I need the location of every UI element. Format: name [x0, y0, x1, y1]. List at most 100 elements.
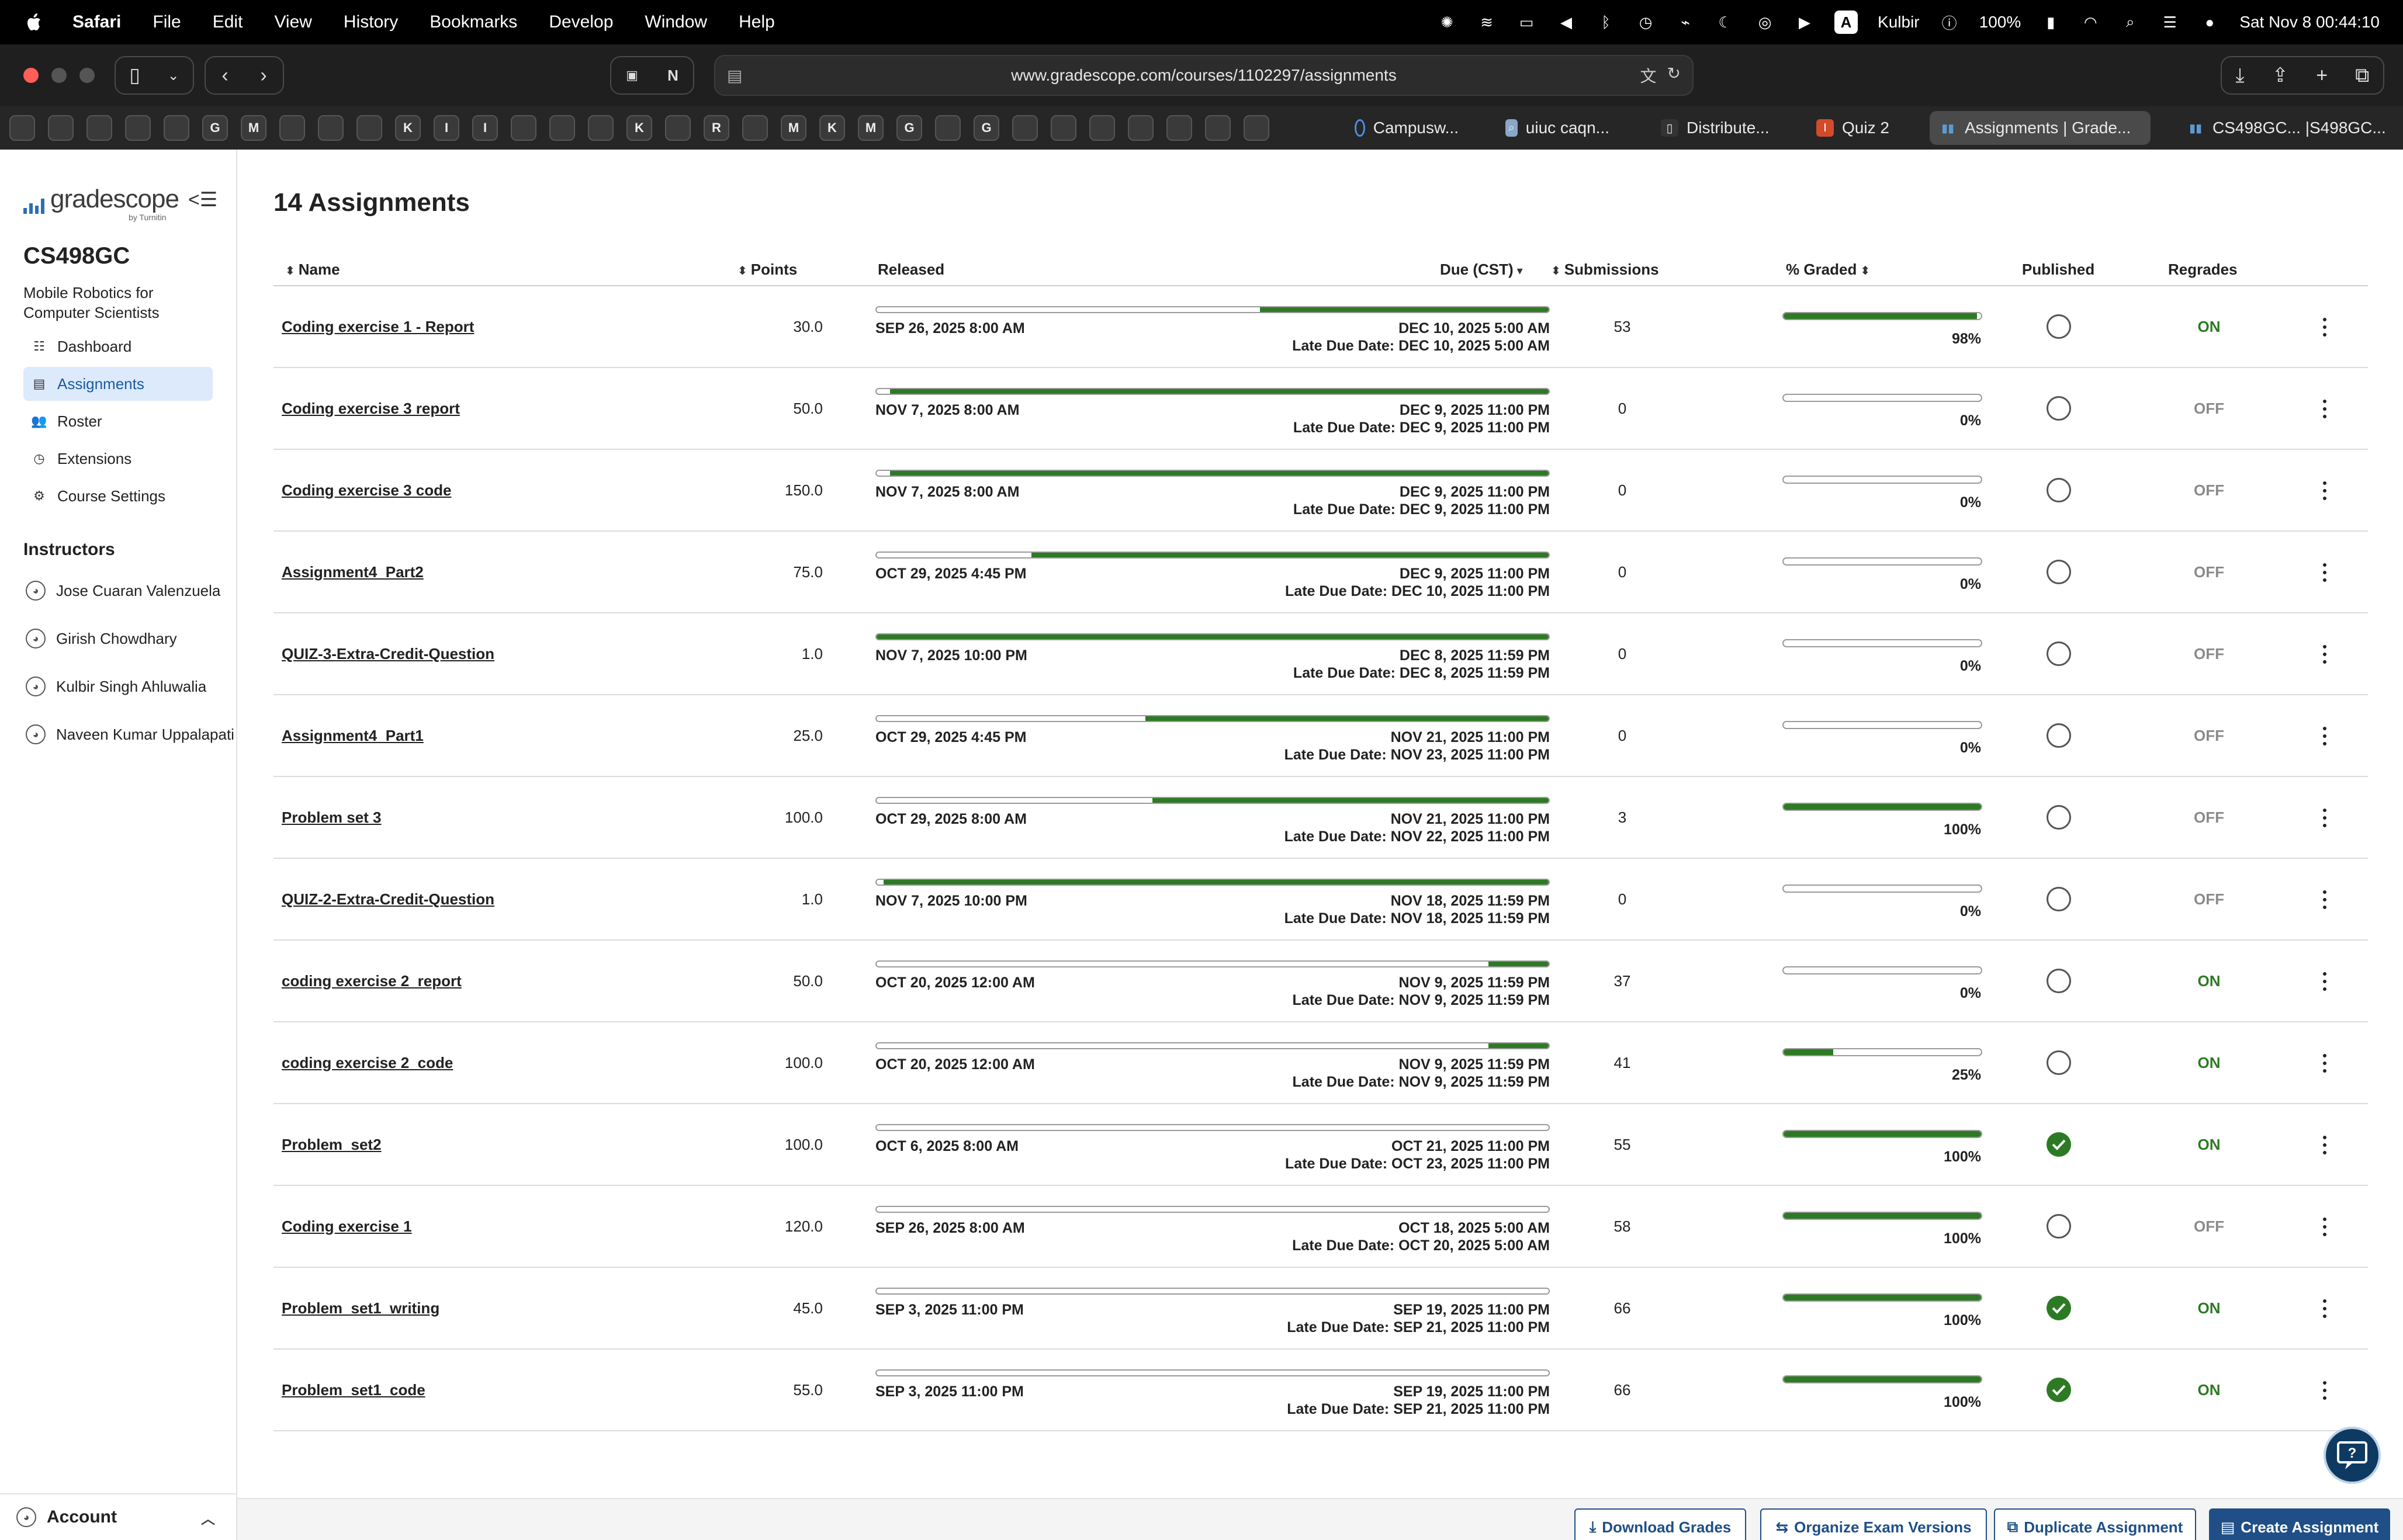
bookmark-favicon-icon[interactable]: I: [434, 115, 459, 141]
bookmark-favicon-icon[interactable]: [48, 115, 74, 141]
sidebar-toggle-icon[interactable]: ▯: [129, 64, 140, 87]
unpublished-circle-icon[interactable]: [2047, 1050, 2071, 1075]
assignment-link[interactable]: QUIZ-3-Extra-Credit-Question: [282, 645, 494, 663]
bookmark-favicon-icon[interactable]: [935, 115, 961, 141]
bookmark-favicon-icon[interactable]: [742, 115, 768, 141]
share-icon[interactable]: ⇪: [2272, 64, 2289, 87]
notion-icon[interactable]: N: [667, 67, 678, 85]
input-source-badge[interactable]: A: [1834, 11, 1858, 34]
extension-icon[interactable]: ▣: [626, 68, 638, 83]
regrades-toggle[interactable]: OFF: [2180, 727, 2238, 745]
bookmark-favicon-icon[interactable]: [588, 115, 614, 141]
menu-edit[interactable]: Edit: [213, 12, 243, 32]
bookmark-favicon-icon[interactable]: [511, 115, 536, 141]
column-points[interactable]: ⬍ Points: [737, 261, 797, 279]
bookmark-favicon-icon[interactable]: [164, 115, 189, 141]
published-check-icon[interactable]: [2047, 1132, 2071, 1157]
regrades-toggle[interactable]: OFF: [2180, 809, 2238, 827]
published-check-icon[interactable]: [2047, 1296, 2071, 1320]
regrades-toggle[interactable]: OFF: [2180, 1218, 2238, 1236]
instructor-item[interactable]: ◕ Naveen Kumar Uppalapati: [26, 720, 234, 749]
forward-icon[interactable]: ›: [260, 64, 266, 87]
bookmark-favicon-icon[interactable]: [1051, 115, 1076, 141]
menu-file[interactable]: File: [153, 12, 181, 32]
more-actions-icon[interactable]: [2319, 479, 2331, 502]
activity-icon[interactable]: ⌁: [1675, 12, 1695, 32]
more-actions-icon[interactable]: [2319, 643, 2331, 666]
wifi-icon[interactable]: ◠: [2080, 12, 2100, 32]
more-actions-icon[interactable]: [2319, 806, 2331, 830]
help-button[interactable]: ?: [2324, 1427, 2381, 1484]
unpublished-circle-icon[interactable]: [2047, 641, 2071, 666]
chevron-down-icon[interactable]: ⌄: [168, 67, 179, 84]
nav-assignments[interactable]: ▤ Assignments: [23, 367, 213, 401]
bookmark-favicon-icon[interactable]: [9, 115, 35, 141]
regrades-toggle[interactable]: ON: [2180, 1299, 2238, 1317]
unpublished-circle-icon[interactable]: [2047, 887, 2071, 911]
column-submissions[interactable]: ⬍ Submissions: [1551, 261, 1659, 279]
menubar-user[interactable]: Kulbir: [1878, 13, 1920, 32]
bookmark-favicon-icon[interactable]: [86, 115, 112, 141]
menu-app-safari[interactable]: Safari: [72, 12, 121, 32]
assignment-link[interactable]: Assignment4_Part2: [282, 563, 424, 581]
play-icon[interactable]: ▶: [1795, 12, 1815, 32]
bookmark-favicon-icon[interactable]: [279, 115, 305, 141]
apple-icon[interactable]: [23, 11, 43, 34]
unpublished-circle-icon[interactable]: [2047, 478, 2071, 502]
assignment-link[interactable]: QUIZ-2-Extra-Credit-Question: [282, 890, 494, 908]
bookmark-favicon-icon[interactable]: [1012, 115, 1038, 141]
menu-window[interactable]: Window: [645, 12, 707, 32]
more-actions-icon[interactable]: [2319, 1297, 2331, 1320]
bookmark-favicon-icon[interactable]: [1166, 115, 1192, 141]
zoom-window-button[interactable]: [79, 68, 95, 83]
regrades-toggle[interactable]: OFF: [2180, 890, 2238, 908]
instructor-item[interactable]: ◕ Jose Cuaran Valenzuela: [26, 576, 220, 605]
regrades-toggle[interactable]: OFF: [2180, 400, 2238, 418]
bookmark-favicon-icon[interactable]: [1128, 115, 1154, 141]
bookmark-favicon-icon[interactable]: I: [472, 115, 498, 141]
spotlight-search-icon[interactable]: ⌕: [2120, 12, 2140, 32]
unpublished-circle-icon[interactable]: [2047, 396, 2071, 421]
tab-cs498gc[interactable]: ▮▮ CS498GC... |S498GC...: [2177, 111, 2399, 145]
more-actions-icon[interactable]: [2319, 724, 2331, 748]
collapse-sidebar-icon[interactable]: <☰: [188, 188, 217, 211]
tab-quiz-2[interactable]: I Quiz 2: [1807, 111, 1900, 145]
tab-distributed[interactable]: ▯ Distribute...: [1651, 111, 1780, 145]
menu-develop[interactable]: Develop: [549, 12, 613, 32]
battery-icon[interactable]: ▮: [2041, 12, 2061, 32]
more-actions-icon[interactable]: [2319, 1052, 2331, 1075]
gradescope-logo[interactable]: gradescope by Turnitin: [23, 185, 179, 222]
tab-campuswire[interactable]: Campusw...: [1345, 111, 1468, 145]
course-code[interactable]: CS498GC: [23, 243, 130, 269]
published-check-icon[interactable]: [2047, 1378, 2071, 1402]
siri-icon[interactable]: ●: [2200, 12, 2220, 32]
bookmark-favicon-icon[interactable]: M: [241, 115, 266, 141]
regrades-toggle[interactable]: ON: [2180, 1136, 2238, 1154]
openai-icon[interactable]: ✺: [1437, 12, 1457, 32]
assignment-link[interactable]: coding exercise 2_report: [282, 972, 462, 990]
wave-icon[interactable]: ≋: [1477, 12, 1497, 32]
fingerprint-icon[interactable]: ◎: [1755, 12, 1775, 32]
bookmark-favicon-icon[interactable]: [1205, 115, 1231, 141]
more-actions-icon[interactable]: [2319, 561, 2331, 584]
assignment-link[interactable]: Coding exercise 3 code: [282, 481, 451, 500]
column-due[interactable]: Due (CST) ▾: [1440, 261, 1526, 279]
bookmark-favicon-icon[interactable]: [356, 115, 382, 141]
reload-icon[interactable]: ↻: [1667, 64, 1681, 87]
bookmark-favicon-icon[interactable]: [318, 115, 344, 141]
menu-help[interactable]: Help: [739, 12, 775, 32]
time-machine-icon[interactable]: ◷: [1636, 12, 1656, 32]
bookmark-favicon-icon[interactable]: K: [395, 115, 421, 141]
regrades-toggle[interactable]: ON: [2180, 972, 2238, 990]
address-bar[interactable]: ▤ www.gradescope.com/courses/1102297/ass…: [714, 55, 1694, 96]
assignment-link[interactable]: Problem_set2: [282, 1136, 382, 1154]
bookmark-favicon-icon[interactable]: [1244, 115, 1269, 141]
more-actions-icon[interactable]: [2319, 888, 2331, 911]
instructor-item[interactable]: ◕ Kulbir Singh Ahluwalia: [26, 672, 206, 701]
nav-extensions[interactable]: ◷ Extensions: [23, 442, 213, 476]
more-actions-icon[interactable]: [2319, 397, 2331, 421]
assignment-link[interactable]: Problem_set1_writing: [282, 1299, 439, 1317]
menu-view[interactable]: View: [274, 12, 311, 32]
bookmark-favicon-icon[interactable]: M: [781, 115, 806, 141]
bookmark-favicon-icon[interactable]: K: [626, 115, 652, 141]
